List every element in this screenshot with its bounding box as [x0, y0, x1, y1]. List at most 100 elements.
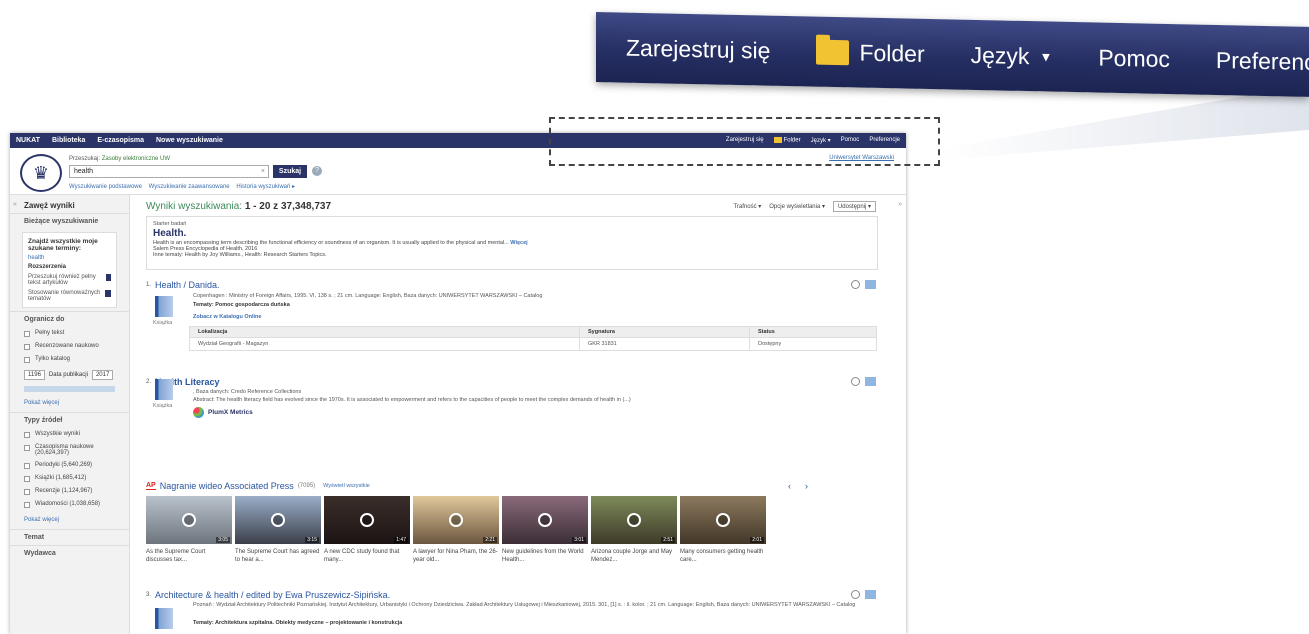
checkbox-icon[interactable]	[24, 445, 30, 451]
add-to-folder-icon[interactable]	[865, 590, 876, 599]
search-history-link[interactable]: Historia wyszukiwań ▸	[236, 184, 295, 190]
checkbox-icon[interactable]	[24, 489, 30, 495]
video-caption[interactable]: New guidelines from the World Health...	[502, 548, 588, 564]
limit-catalog-only[interactable]: Tylko katalog	[10, 353, 129, 366]
starter-title[interactable]: Health.	[153, 228, 871, 239]
play-icon[interactable]	[538, 513, 552, 527]
search-button[interactable]: Szukaj	[273, 165, 307, 178]
preview-icon[interactable]	[851, 280, 860, 289]
source-types-section[interactable]: Typy źródeł	[10, 412, 129, 428]
share-button[interactable]: Udostępnij ▾	[832, 201, 876, 212]
record-title[interactable]: Architecture & health / edited by Ewa Pr…	[155, 590, 390, 600]
col-location: Lokalizacja	[189, 326, 580, 338]
play-icon[interactable]	[182, 513, 196, 527]
source-news[interactable]: Wiadomości (1,038,658)	[10, 498, 129, 511]
ap-show-all-link[interactable]: Wyświetl wszystkie	[323, 483, 370, 489]
show-more-link[interactable]: Pokaż więcej	[10, 511, 129, 529]
starter-other: Inne tematy: Health by Joy Williams., He…	[153, 252, 327, 258]
zoom-folder-label: Folder	[859, 39, 925, 67]
checkbox-icon[interactable]	[24, 476, 30, 482]
preview-icon[interactable]	[851, 377, 860, 386]
nav-new-search[interactable]: Nowe wyszukiwanie	[156, 137, 223, 144]
date-to-input[interactable]: 2017	[91, 370, 114, 380]
checkbox-icon[interactable]	[24, 331, 30, 337]
source-periodicals[interactable]: Periodyki (5,640,269)	[10, 459, 129, 472]
zoom-language-menu[interactable]: Język ▼	[971, 41, 1053, 70]
display-options-menu[interactable]: Opcje wyświetlania ▾	[769, 203, 825, 210]
source-all[interactable]: Wszystkie wyniki	[10, 428, 129, 441]
add-to-folder-icon[interactable]	[865, 280, 876, 289]
subject-section[interactable]: Temat	[10, 529, 129, 545]
nav-library[interactable]: Biblioteka	[52, 137, 85, 144]
advanced-search-link[interactable]: Wyszukiwanie zaawansowane	[149, 184, 230, 190]
video-caption[interactable]: The Supreme Court has agreed to hear a..…	[235, 548, 321, 564]
video-thumbnail[interactable]: 2:51	[591, 496, 677, 544]
video-thumbnail[interactable]: 2:21	[413, 496, 499, 544]
video-thumbnail[interactable]: 3:05	[146, 496, 232, 544]
zoom-register-link[interactable]: Zarejestruj się	[626, 34, 770, 64]
current-search-section[interactable]: Bieżące wyszukiwanie	[10, 213, 129, 229]
plumx-metrics[interactable]: PlumX Metrics	[193, 407, 253, 418]
video-thumbnail[interactable]: 2:01	[680, 496, 766, 544]
zoom-help-link[interactable]: Pomoc	[1098, 44, 1170, 72]
preview-icon[interactable]	[851, 590, 860, 599]
play-icon[interactable]	[716, 513, 730, 527]
chevron-right-icon[interactable]: ›	[805, 481, 808, 491]
video-caption[interactable]: Many consumers getting health care...	[680, 548, 766, 564]
collapse-left-icon[interactable]: «	[13, 201, 17, 208]
relevance-menu[interactable]: Trafność ▾	[733, 203, 761, 210]
search-input[interactable]: health ×	[69, 165, 269, 178]
play-icon[interactable]	[271, 513, 285, 527]
add-to-folder-icon[interactable]	[865, 377, 876, 386]
basic-search-link[interactable]: Wyszukiwanie podstawowe	[69, 184, 142, 190]
expander-equivalent[interactable]: Stosowanie równoważnych tematów	[28, 290, 111, 302]
source-journals[interactable]: Czasopisma naukowe (20,624,397)	[10, 441, 129, 459]
video-caption[interactable]: A new CDC study found that many...	[324, 548, 410, 564]
play-icon[interactable]	[627, 513, 641, 527]
page-frame: NUKAT Biblioteka E-czasopisma Nowe wyszu…	[10, 133, 906, 634]
checkbox-icon[interactable]	[24, 502, 30, 508]
remove-icon[interactable]	[105, 290, 111, 297]
catalog-link[interactable]: Zobacz w Katalogu Online	[193, 314, 261, 320]
source-books[interactable]: Książki (1,685,412)	[10, 472, 129, 485]
source-label: Wiadomości (1,038,658)	[35, 501, 101, 507]
checkbox-icon[interactable]	[24, 432, 30, 438]
ap-title[interactable]: Nagranie wideo Associated Press	[160, 481, 294, 491]
record-meta: Poznań : Wydział Architektury Politechni…	[193, 602, 856, 608]
video-caption[interactable]: Arizona couple Jorge and May Mendez...	[591, 548, 677, 564]
limit-section[interactable]: Ogranicz do	[10, 311, 129, 327]
limit-peer-reviewed[interactable]: Recenzowane naukowo	[10, 340, 129, 353]
date-from-input[interactable]: 1196	[24, 370, 45, 380]
nav-nukat[interactable]: NUKAT	[16, 137, 40, 144]
play-icon[interactable]	[360, 513, 374, 527]
record-title[interactable]: Health / Danida.	[155, 280, 220, 290]
callout-connector	[940, 85, 1309, 160]
video-caption[interactable]: As the Supreme Court discusses tax...	[146, 548, 232, 564]
checkbox-icon[interactable]	[24, 344, 30, 350]
checkbox-icon[interactable]	[24, 463, 30, 469]
date-slider[interactable]	[24, 386, 115, 392]
expander-fulltext[interactable]: Przeszukuj również pełny tekst artykułów	[28, 274, 111, 286]
nav-ejournals[interactable]: E-czasopisma	[97, 137, 144, 144]
publisher-section[interactable]: Wydawca	[10, 545, 129, 561]
help-icon[interactable]: ?	[312, 166, 322, 176]
zoom-folder-link[interactable]: Folder	[816, 38, 925, 67]
starter-more-link[interactable]: Więcej	[510, 240, 527, 246]
chevron-left-icon[interactable]: ‹	[788, 481, 791, 491]
search-term-link[interactable]: health	[28, 255, 111, 261]
source-reviews[interactable]: Recenzje (1,124,967)	[10, 485, 129, 498]
search-scope-value[interactable]: Zasoby elektroniczne UW	[102, 156, 170, 162]
checkbox-icon[interactable]	[24, 357, 30, 363]
video-caption[interactable]: A lawyer for Nina Pham, the 26-year old.…	[413, 548, 499, 564]
show-more-link[interactable]: Pokaż więcej	[10, 394, 129, 412]
limit-fulltext[interactable]: Pełny tekst	[10, 327, 129, 340]
remove-icon[interactable]	[106, 274, 111, 281]
clear-icon[interactable]: ×	[261, 166, 265, 177]
play-icon[interactable]	[449, 513, 463, 527]
current-search-box: Znajdź wszystkie moje szukane terminy: h…	[22, 232, 117, 308]
collapse-right-icon[interactable]: »	[898, 201, 902, 208]
video-thumbnail[interactable]: 3:15	[235, 496, 321, 544]
video-thumbnail[interactable]: 1:47	[324, 496, 410, 544]
zoom-preferences-link[interactable]: Preferencje	[1216, 46, 1309, 75]
video-thumbnail[interactable]: 3:01	[502, 496, 588, 544]
